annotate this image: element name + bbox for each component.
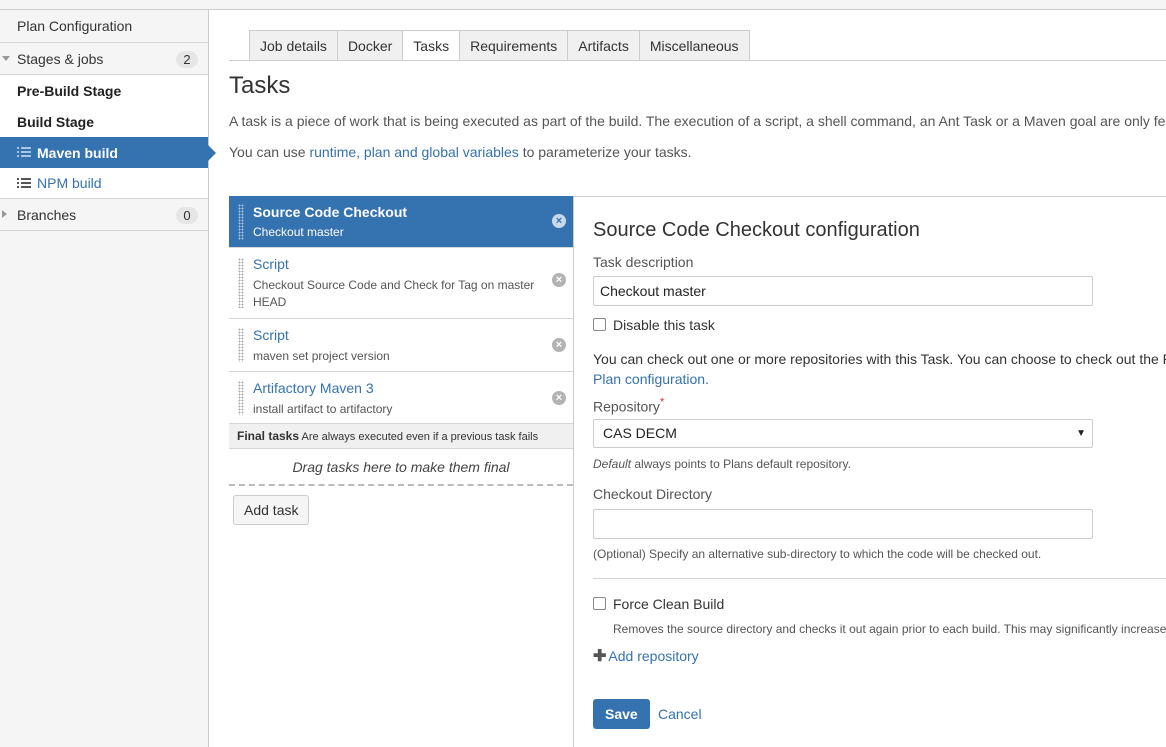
sidebar-item-label: Build Stage xyxy=(17,113,95,130)
checkout-directory-input[interactable] xyxy=(593,509,1093,539)
top-bar xyxy=(0,0,1166,10)
task-item-script[interactable]: Script Checkout Source Code and Check fo… xyxy=(229,248,573,319)
job-list-icon xyxy=(17,177,31,189)
sidebar-item-plan-configuration[interactable]: Plan Configuration xyxy=(0,10,208,43)
repository-select[interactable]: CAS DECM ▼ xyxy=(593,419,1093,448)
task-list: Source Code Checkout Checkout master × S… xyxy=(229,196,574,747)
count-badge: 0 xyxy=(176,207,198,224)
sidebar-item-label: Plan Configuration xyxy=(17,18,133,34)
disable-task-label: Disable this task xyxy=(613,317,715,333)
task-description-label: Task description xyxy=(593,254,694,270)
sidebar-item-label: Maven build xyxy=(37,144,118,161)
repository-label-text: Repository xyxy=(593,398,660,415)
job-tabs: Job details Docker Tasks Requirements Ar… xyxy=(249,30,750,61)
force-clean-build-label: Force Clean Build xyxy=(613,596,725,612)
cancel-link[interactable]: Cancel xyxy=(658,706,702,722)
final-tasks-drop-zone[interactable]: Drag tasks here to make them final xyxy=(229,450,573,486)
sidebar-item-label: Branches xyxy=(17,206,77,223)
repository-help: Default always points to Plans default r… xyxy=(593,457,851,471)
expand-arrow-icon[interactable] xyxy=(2,210,7,218)
tab-requirements[interactable]: Requirements xyxy=(459,30,568,61)
sidebar-item-label: Pre-Build Stage xyxy=(17,82,122,99)
page-intro: A task is a piece of work that is being … xyxy=(229,113,1166,129)
plus-icon: ✚ xyxy=(593,648,607,665)
variables-note-prefix: You can use xyxy=(229,144,310,160)
drag-handle-icon[interactable] xyxy=(238,381,244,415)
chevron-down-icon: ▼ xyxy=(1076,428,1086,439)
drag-handle-icon[interactable] xyxy=(238,328,244,362)
plan-configuration-link[interactable]: Plan configuration. xyxy=(593,371,709,387)
sidebar-item-pre-build-stage[interactable]: Pre-Build Stage xyxy=(0,75,208,106)
repository-help-text: always points to Plans default repositor… xyxy=(631,457,851,471)
task-description-input[interactable]: Checkout master xyxy=(593,276,1093,306)
task-description: maven set project version xyxy=(253,349,390,363)
tab-job-details[interactable]: Job details xyxy=(249,30,337,61)
delete-task-icon[interactable]: × xyxy=(552,391,566,405)
final-tasks-header: Final tasks Are always executed even if … xyxy=(229,424,573,449)
add-repository-label: Add repository xyxy=(608,648,699,664)
variables-note-suffix: to parameterize your tasks. xyxy=(518,144,692,160)
add-repository-link[interactable]: ✚ Add repository xyxy=(593,646,699,666)
sidebar-item-branches[interactable]: Branches 0 xyxy=(0,199,208,231)
task-item-script[interactable]: Script maven set project version × xyxy=(229,319,573,372)
sidebar-item-stages-jobs[interactable]: Stages & jobs 2 xyxy=(0,43,208,75)
repository-help-default: Default xyxy=(593,457,632,471)
drag-handle-icon[interactable] xyxy=(238,258,244,308)
variables-link[interactable]: runtime, plan and global variables xyxy=(309,144,518,160)
job-list-icon xyxy=(17,147,31,158)
tab-artifacts[interactable]: Artifacts xyxy=(567,30,639,61)
repository-label: Repository* xyxy=(593,396,664,415)
delete-task-icon[interactable]: × xyxy=(552,338,566,352)
task-description: Checkout master xyxy=(253,225,344,239)
add-task-button[interactable]: Add task xyxy=(233,495,310,525)
disable-task-checkbox[interactable] xyxy=(593,318,606,331)
force-clean-build-checkbox[interactable] xyxy=(593,597,606,610)
count-badge: 2 xyxy=(176,51,198,68)
drag-handle-icon[interactable] xyxy=(238,204,244,240)
sidebar-item-label: NPM build xyxy=(37,175,102,191)
task-title: Artifactory Maven 3 xyxy=(253,380,374,396)
task-title: Script xyxy=(253,256,289,272)
force-clean-build-help: Removes the source directory and checks … xyxy=(613,622,1166,636)
required-mark: * xyxy=(659,396,665,409)
sidebar-item-build-stage[interactable]: Build Stage xyxy=(0,106,208,137)
tab-miscellaneous[interactable]: Miscellaneous xyxy=(638,30,750,61)
task-title: Source Code Checkout xyxy=(253,204,408,220)
repository-selected-value: CAS DECM xyxy=(603,425,677,441)
final-tasks-label: Final tasks xyxy=(237,429,300,443)
repositories-info: You can check out one or more repositori… xyxy=(593,351,1166,367)
expand-arrow-icon[interactable] xyxy=(2,56,10,61)
task-title: Script xyxy=(253,327,289,343)
final-tasks-note: Are always executed even if a previous t… xyxy=(301,431,539,443)
page-title: Tasks xyxy=(229,72,291,99)
task-description: Checkout Source Code and Check for Tag o… xyxy=(253,278,535,309)
delete-task-icon[interactable]: × xyxy=(552,273,566,287)
sidebar-item-npm-build[interactable]: NPM build xyxy=(0,168,208,199)
save-button[interactable]: Save xyxy=(593,699,650,729)
checkout-directory-label: Checkout Directory xyxy=(593,486,713,502)
task-item-artifactory-maven-3[interactable]: Artifactory Maven 3 install artifact to … xyxy=(229,372,573,424)
section-divider xyxy=(593,578,1166,579)
task-description: install artifact to artifactory xyxy=(253,402,393,416)
tab-divider xyxy=(229,60,1166,61)
sidebar-item-maven-build[interactable]: Maven build xyxy=(0,137,216,168)
task-item-source-code-checkout[interactable]: Source Code Checkout Checkout master × xyxy=(229,196,573,248)
sidebar: Plan Configuration Stages & jobs 2 Pre-B… xyxy=(0,10,216,747)
tab-docker[interactable]: Docker xyxy=(336,30,403,61)
checkout-directory-help: (Optional) Specify an alternative sub-di… xyxy=(593,547,1042,561)
tab-tasks[interactable]: Tasks xyxy=(402,30,460,61)
sidebar-item-label: Stages & jobs xyxy=(17,50,104,67)
variables-note: You can use runtime, plan and global var… xyxy=(229,144,692,160)
delete-task-icon[interactable]: × xyxy=(552,214,566,228)
config-title: Source Code Checkout configuration xyxy=(593,219,920,241)
